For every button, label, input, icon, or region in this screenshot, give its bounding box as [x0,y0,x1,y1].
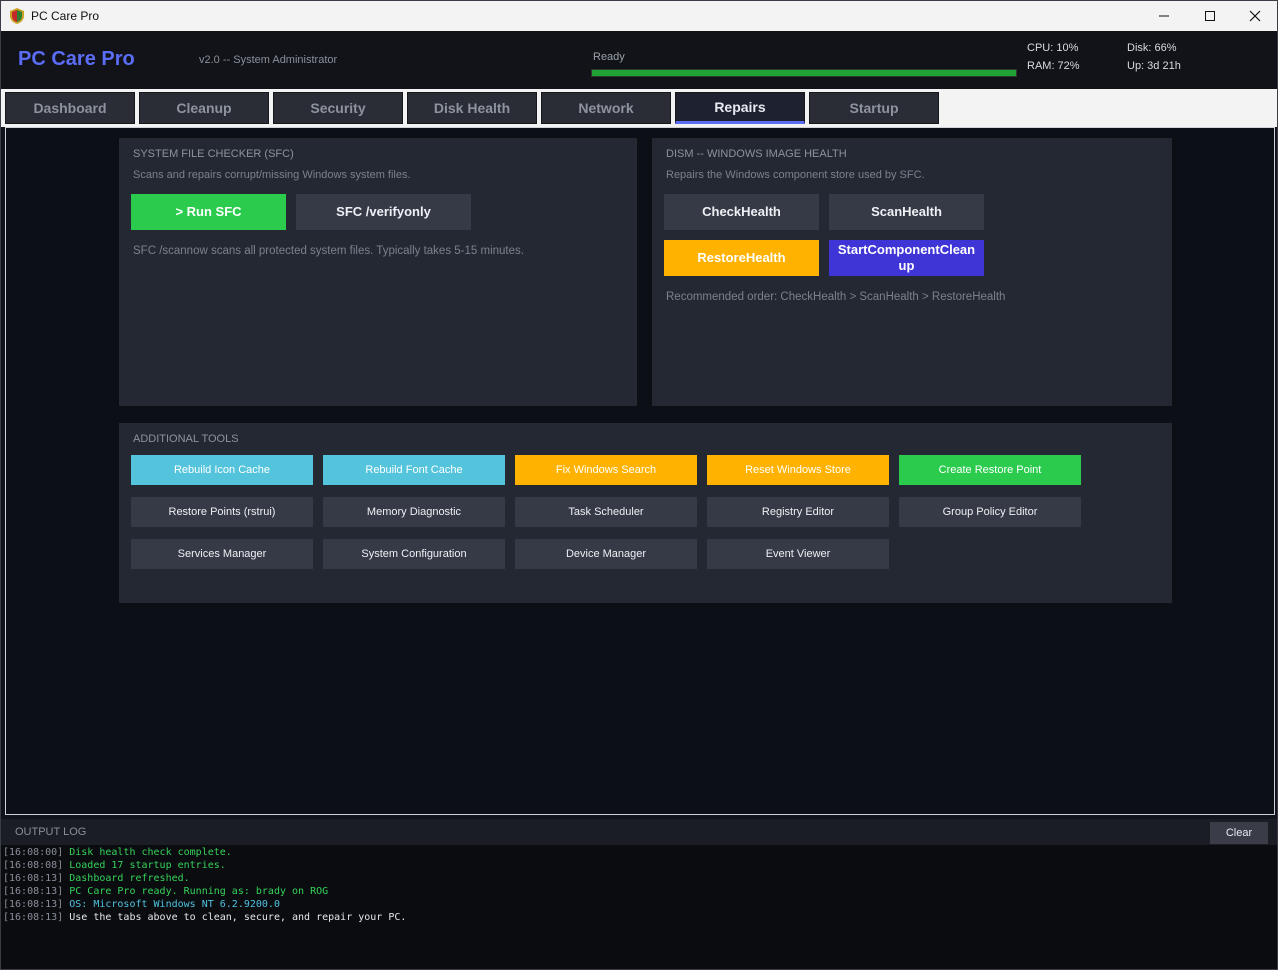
log-line: [16:08:13] OS: Microsoft Windows NT 6.2.… [3,899,280,910]
minimize-button[interactable] [1141,1,1187,31]
restorehealth-button[interactable]: RestoreHealth [664,240,819,276]
tab-dashboard[interactable]: Dashboard [5,92,135,124]
clear-log-button[interactable]: Clear [1210,822,1268,844]
log-line: [16:08:13] PC Care Pro ready. Running as… [3,886,329,897]
scanhealth-button[interactable]: ScanHealth [829,194,984,230]
minimize-icon [1159,15,1169,17]
start-component-cleanup-button[interactable]: StartComponentCleanup [829,240,984,276]
dism-panel: DISM -- WINDOWS IMAGE HEALTH Repairs the… [652,138,1172,406]
system-configuration-button[interactable]: System Configuration [323,539,505,569]
tab-network[interactable]: Network [541,92,671,124]
sfc-panel: SYSTEM FILE CHECKER (SFC) Scans and repa… [119,138,637,406]
repairs-content: SYSTEM FILE CHECKER (SFC) Scans and repa… [5,127,1275,815]
output-log[interactable]: OUTPUT LOG Clear [16:08:00] Disk health … [1,819,1277,969]
shield-icon [10,8,24,24]
status-progress-bar [591,69,1017,77]
app-header: PC Care Pro v2.0 -- System Administrator… [1,31,1277,89]
maximize-icon [1205,11,1215,21]
rebuild-icon-cache-button[interactable]: Rebuild Icon Cache [131,455,313,485]
registry-editor-button[interactable]: Registry Editor [707,497,889,527]
rebuild-font-cache-button[interactable]: Rebuild Font Cache [323,455,505,485]
tab-disk-health[interactable]: Disk Health [407,92,537,124]
reset-windows-store-button[interactable]: Reset Windows Store [707,455,889,485]
log-line: [16:08:00] Disk health check complete. [3,847,232,858]
checkhealth-button[interactable]: CheckHealth [664,194,819,230]
tools-title: ADDITIONAL TOOLS [133,433,239,445]
cpu-stat: CPU: 10% [1027,42,1079,54]
progress-fill [592,70,1016,76]
maximize-button[interactable] [1187,1,1233,31]
event-viewer-button[interactable]: Event Viewer [707,539,889,569]
dism-note: Recommended order: CheckHealth > ScanHea… [666,291,1006,303]
status-text: Ready [593,51,625,63]
create-restore-point-button[interactable]: Create Restore Point [899,455,1081,485]
restore-points-button[interactable]: Restore Points (rstrui) [131,497,313,527]
sfc-verifyonly-button[interactable]: SFC /verifyonly [296,194,471,230]
tab-bar: Dashboard Cleanup Security Disk Health N… [1,89,1277,127]
device-manager-button[interactable]: Device Manager [515,539,697,569]
version-label: v2.0 -- System Administrator [199,54,338,66]
memory-diagnostic-button[interactable]: Memory Diagnostic [323,497,505,527]
log-line: [16:08:08] Loaded 17 startup entries. [3,860,226,871]
close-icon [1249,10,1261,22]
task-scheduler-button[interactable]: Task Scheduler [515,497,697,527]
log-line: [16:08:13] Use the tabs above to clean, … [3,912,407,923]
sfc-title: SYSTEM FILE CHECKER (SFC) [133,148,294,160]
output-log-title: OUTPUT LOG [15,826,87,838]
tab-cleanup[interactable]: Cleanup [139,92,269,124]
app-window: PC Care Pro PC Care Pro v2.0 -- System A… [0,0,1278,970]
tab-repairs[interactable]: Repairs [675,92,805,124]
dism-description: Repairs the Windows component store used… [666,169,925,181]
additional-tools-panel: ADDITIONAL TOOLS Rebuild Icon Cache Rebu… [119,423,1172,603]
tab-security[interactable]: Security [273,92,403,124]
disk-stat: Disk: 66% [1127,42,1177,54]
title-bar: PC Care Pro [1,1,1277,31]
dism-title: DISM -- WINDOWS IMAGE HEALTH [666,148,847,160]
window-title: PC Care Pro [31,9,100,23]
group-policy-editor-button[interactable]: Group Policy Editor [899,497,1081,527]
fix-windows-search-button[interactable]: Fix Windows Search [515,455,697,485]
close-button[interactable] [1232,1,1277,31]
sfc-description: Scans and repairs corrupt/missing Window… [133,169,411,181]
app-brand: PC Care Pro [18,48,135,70]
output-log-header: OUTPUT LOG Clear [1,819,1277,845]
run-sfc-button[interactable]: > Run SFC [131,194,286,230]
uptime-stat: Up: 3d 21h [1127,60,1181,72]
log-line: [16:08:13] Dashboard refreshed. [3,873,190,884]
ram-stat: RAM: 72% [1027,60,1080,72]
services-manager-button[interactable]: Services Manager [131,539,313,569]
sfc-note: SFC /scannow scans all protected system … [133,245,524,257]
tab-startup[interactable]: Startup [809,92,939,124]
